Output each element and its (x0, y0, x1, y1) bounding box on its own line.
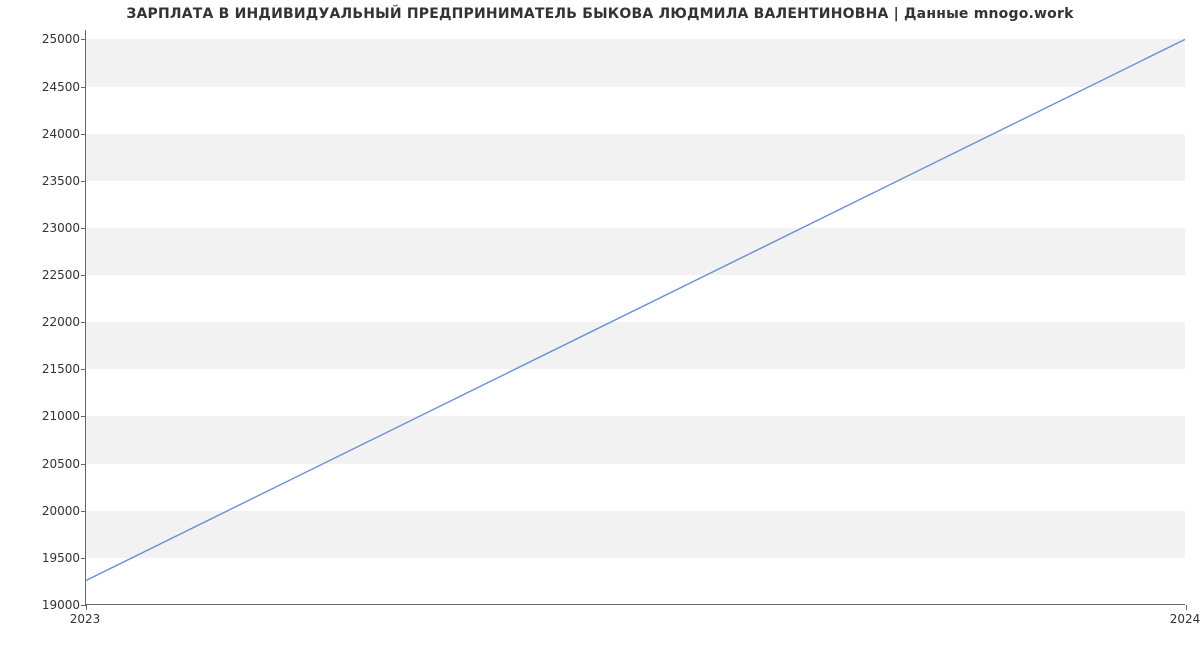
y-tick-mark (81, 39, 86, 40)
y-tick-label: 24000 (35, 127, 80, 141)
y-tick-mark (81, 87, 86, 88)
x-tick-mark (1186, 605, 1187, 610)
data-line (86, 39, 1185, 580)
y-tick-mark (81, 134, 86, 135)
y-tick-label: 19000 (35, 598, 80, 612)
y-tick-label: 21000 (35, 409, 80, 423)
y-tick-mark (81, 464, 86, 465)
y-tick-mark (81, 558, 86, 559)
y-tick-mark (81, 181, 86, 182)
plot-area (85, 30, 1185, 605)
y-tick-mark (81, 228, 86, 229)
y-tick-label: 23000 (35, 221, 80, 235)
y-tick-label: 21500 (35, 362, 80, 376)
y-tick-label: 24500 (35, 80, 80, 94)
y-tick-mark (81, 275, 86, 276)
y-tick-label: 19500 (35, 551, 80, 565)
y-tick-mark (81, 416, 86, 417)
y-tick-mark (81, 511, 86, 512)
chart-title: ЗАРПЛАТА В ИНДИВИДУАЛЬНЫЙ ПРЕДПРИНИМАТЕЛ… (0, 6, 1200, 22)
y-tick-mark (81, 369, 86, 370)
y-tick-label: 25000 (35, 32, 80, 46)
x-tick-mark (86, 605, 87, 610)
x-tick-label: 2023 (70, 612, 101, 626)
x-tick-label: 2024 (1170, 612, 1200, 626)
y-tick-label: 22500 (35, 268, 80, 282)
chart-container: ЗАРПЛАТА В ИНДИВИДУАЛЬНЫЙ ПРЕДПРИНИМАТЕЛ… (0, 0, 1200, 650)
y-tick-label: 20500 (35, 457, 80, 471)
y-tick-mark (81, 322, 86, 323)
y-tick-label: 20000 (35, 504, 80, 518)
y-tick-label: 23500 (35, 174, 80, 188)
line-series (86, 30, 1185, 604)
y-tick-label: 22000 (35, 315, 80, 329)
